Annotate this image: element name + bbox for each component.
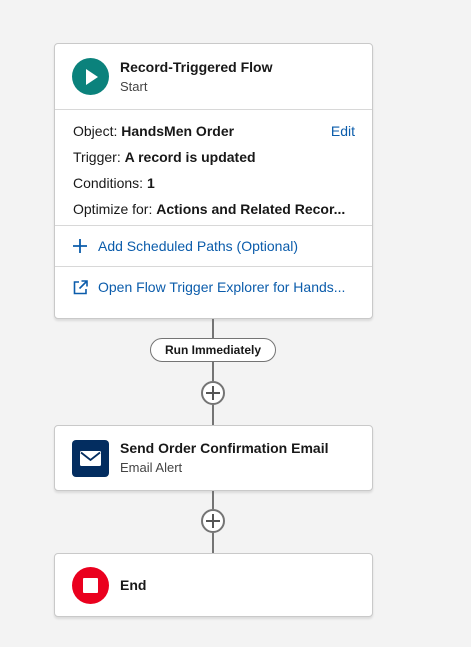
connector-line <box>212 533 214 553</box>
start-node-title: Record-Triggered Flow <box>120 58 273 75</box>
start-node-subtitle: Start <box>120 78 148 94</box>
object-row: Object: HandsMen Order Edit <box>73 118 355 144</box>
envelope-icon <box>72 439 109 477</box>
trigger-value: A record is updated <box>124 149 256 165</box>
email-node-subtitle: Email Alert <box>120 460 183 475</box>
add-scheduled-paths-link[interactable]: Add Scheduled Paths (Optional) <box>55 225 372 266</box>
edit-link[interactable]: Edit <box>331 118 355 144</box>
optimize-row: Optimize for: Actions and Related Recor.… <box>73 196 355 222</box>
email-alert-node-card[interactable]: Send Order Confirmation Email Email Aler… <box>54 425 373 491</box>
add-element-button[interactable] <box>201 509 225 533</box>
conditions-label: Conditions: <box>73 175 144 191</box>
conditions-row: Conditions: 1 <box>73 170 355 196</box>
plus-icon <box>73 239 91 253</box>
play-icon <box>72 58 109 95</box>
open-trigger-explorer-link[interactable]: Open Flow Trigger Explorer for Hands... <box>55 266 372 307</box>
start-node-card[interactable]: Record-Triggered Flow Start Object: Hand… <box>54 43 373 319</box>
plus-icon <box>206 386 220 400</box>
connector-line <box>212 319 214 338</box>
connector-line <box>212 362 214 381</box>
external-link-icon <box>73 279 91 295</box>
connector-line <box>212 405 214 425</box>
end-node-title: End <box>120 577 147 593</box>
add-element-button[interactable] <box>201 381 225 405</box>
object-label: Object: <box>73 123 118 139</box>
add-scheduled-paths-label: Add Scheduled Paths (Optional) <box>98 238 299 254</box>
stop-icon <box>72 566 109 604</box>
open-trigger-explorer-label: Open Flow Trigger Explorer for Hands... <box>98 279 346 295</box>
start-node-details: Object: HandsMen Order Edit Trigger: A r… <box>55 109 372 225</box>
end-node-card[interactable]: End <box>54 553 373 617</box>
trigger-row: Trigger: A record is updated <box>73 144 355 170</box>
conditions-value: 1 <box>146 175 155 191</box>
object-value: HandsMen Order <box>121 123 235 139</box>
start-node-header[interactable]: Record-Triggered Flow Start <box>55 44 372 109</box>
run-immediately-badge: Run Immediately <box>150 338 276 362</box>
connector-line <box>212 491 214 509</box>
optimize-label: Optimize for: <box>73 201 153 217</box>
trigger-label: Trigger: <box>73 149 121 165</box>
email-node-title: Send Order Confirmation Email <box>120 440 329 456</box>
plus-icon <box>206 514 220 528</box>
optimize-value: Actions and Related Recor... <box>156 201 346 217</box>
